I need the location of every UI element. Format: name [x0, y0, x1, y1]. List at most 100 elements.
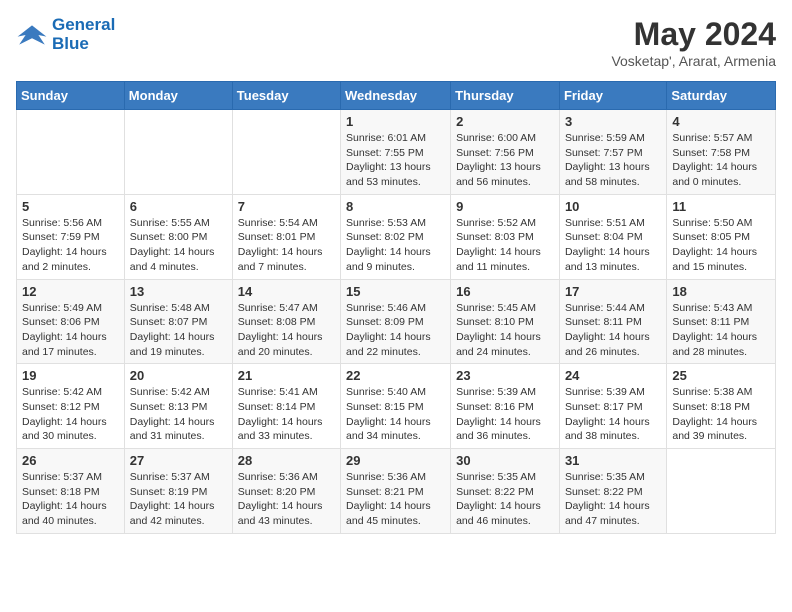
calendar-cell: 4 Sunrise: 5:57 AMSunset: 7:58 PMDaylight…	[667, 110, 776, 195]
day-info: Sunrise: 5:36 AMSunset: 8:20 PMDaylight:…	[238, 470, 335, 529]
day-info: Sunrise: 5:53 AMSunset: 8:02 PMDaylight:…	[346, 216, 445, 275]
title-block: May 2024 Vosketap', Ararat, Armenia	[611, 16, 776, 69]
day-number: 10	[565, 199, 661, 214]
calendar-cell: 2 Sunrise: 6:00 AMSunset: 7:56 PMDaylight…	[451, 110, 560, 195]
calendar-cell: 16Sunrise: 5:45 AMSunset: 8:10 PMDayligh…	[451, 279, 560, 364]
day-info: Sunrise: 5:35 AMSunset: 8:22 PMDaylight:…	[565, 470, 661, 529]
calendar-week-row: 1Sunrise: 6:01 AMSunset: 7:55 PMDaylight…	[17, 110, 776, 195]
day-info: Sunrise: 5:44 AMSunset: 8:11 PMDaylight:…	[565, 301, 661, 360]
calendar-cell	[17, 110, 125, 195]
calendar-cell: 3Sunrise: 5:59 AMSunset: 7:57 PMDaylight…	[559, 110, 666, 195]
day-number: 25	[672, 368, 770, 383]
day-number: 28	[238, 453, 335, 468]
day-number: 19	[22, 368, 119, 383]
day-number: 4	[672, 114, 770, 129]
calendar-cell: 5 Sunrise: 5:56 AMSunset: 7:59 PMDaylight…	[17, 194, 125, 279]
day-number: 7	[238, 199, 335, 214]
day-info: Sunrise: 5:39 AMSunset: 8:17 PMDaylight:…	[565, 385, 661, 444]
calendar-cell: 20 Sunrise: 5:42 AMSunset: 8:13 PMDayligh…	[124, 364, 232, 449]
calendar-cell: 9 Sunrise: 5:52 AMSunset: 8:03 PMDaylight…	[451, 194, 560, 279]
calendar-cell: 8 Sunrise: 5:53 AMSunset: 8:02 PMDaylight…	[341, 194, 451, 279]
day-info: Sunrise: 5:46 AMSunset: 8:09 PMDaylight:…	[346, 301, 445, 360]
calendar-cell: 13 Sunrise: 5:48 AMSunset: 8:07 PMDayligh…	[124, 279, 232, 364]
calendar-cell: 23Sunrise: 5:39 AMSunset: 8:16 PMDayligh…	[451, 364, 560, 449]
calendar-cell: 19Sunrise: 5:42 AMSunset: 8:12 PMDayligh…	[17, 364, 125, 449]
day-info: Sunrise: 5:51 AMSunset: 8:04 PMDaylight:…	[565, 216, 661, 275]
day-number: 31	[565, 453, 661, 468]
day-info: Sunrise: 5:40 AMSunset: 8:15 PMDaylight:…	[346, 385, 445, 444]
calendar-header-row: SundayMondayTuesdayWednesdayThursdayFrid…	[17, 82, 776, 110]
day-number: 27	[130, 453, 227, 468]
day-number: 24	[565, 368, 661, 383]
day-number: 17	[565, 284, 661, 299]
day-info: Sunrise: 5:37 AMSunset: 8:19 PMDaylight:…	[130, 470, 227, 529]
day-info: Sunrise: 5:50 AMSunset: 8:05 PMDaylight:…	[672, 216, 770, 275]
weekday-header-wednesday: Wednesday	[341, 82, 451, 110]
calendar-cell: 6Sunrise: 5:55 AMSunset: 8:00 PMDaylight…	[124, 194, 232, 279]
calendar-week-row: 12 Sunrise: 5:49 AMSunset: 8:06 PMDayligh…	[17, 279, 776, 364]
day-info: Sunrise: 5:38 AMSunset: 8:18 PMDaylight:…	[672, 385, 770, 444]
day-number: 26	[22, 453, 119, 468]
day-number: 29	[346, 453, 445, 468]
page-header: General Blue May 2024 Vosketap', Ararat,…	[16, 16, 776, 69]
day-info: Sunrise: 5:43 AMSunset: 8:11 PMDaylight:…	[672, 301, 770, 360]
calendar-cell	[232, 110, 340, 195]
calendar-cell: 28 Sunrise: 5:36 AMSunset: 8:20 PMDayligh…	[232, 449, 340, 534]
calendar-cell: 22 Sunrise: 5:40 AMSunset: 8:15 PMDayligh…	[341, 364, 451, 449]
day-number: 20	[130, 368, 227, 383]
day-number: 5	[22, 199, 119, 214]
weekday-header-monday: Monday	[124, 82, 232, 110]
day-number: 2	[456, 114, 554, 129]
day-number: 14	[238, 284, 335, 299]
logo-text: General Blue	[52, 16, 115, 53]
weekday-header-tuesday: Tuesday	[232, 82, 340, 110]
day-number: 15	[346, 284, 445, 299]
day-info: Sunrise: 5:47 AMSunset: 8:08 PMDaylight:…	[238, 301, 335, 360]
day-info: Sunrise: 5:56 AMSunset: 7:59 PMDaylight:…	[22, 216, 119, 275]
calendar-cell: 27 Sunrise: 5:37 AMSunset: 8:19 PMDayligh…	[124, 449, 232, 534]
weekday-header-thursday: Thursday	[451, 82, 560, 110]
calendar-cell: 11 Sunrise: 5:50 AMSunset: 8:05 PMDayligh…	[667, 194, 776, 279]
day-number: 22	[346, 368, 445, 383]
day-info: Sunrise: 5:36 AMSunset: 8:21 PMDaylight:…	[346, 470, 445, 529]
day-info: Sunrise: 6:01 AMSunset: 7:55 PMDaylight:…	[346, 131, 445, 190]
calendar-cell: 31 Sunrise: 5:35 AMSunset: 8:22 PMDayligh…	[559, 449, 666, 534]
weekday-header-saturday: Saturday	[667, 82, 776, 110]
day-info: Sunrise: 5:52 AMSunset: 8:03 PMDaylight:…	[456, 216, 554, 275]
calendar-cell: 10 Sunrise: 5:51 AMSunset: 8:04 PMDayligh…	[559, 194, 666, 279]
weekday-header-friday: Friday	[559, 82, 666, 110]
day-number: 8	[346, 199, 445, 214]
month-year-title: May 2024	[611, 16, 776, 53]
day-info: Sunrise: 5:48 AMSunset: 8:07 PMDaylight:…	[130, 301, 227, 360]
day-info: Sunrise: 5:41 AMSunset: 8:14 PMDaylight:…	[238, 385, 335, 444]
calendar-table: SundayMondayTuesdayWednesdayThursdayFrid…	[16, 81, 776, 534]
day-number: 13	[130, 284, 227, 299]
day-info: Sunrise: 5:57 AMSunset: 7:58 PMDaylight:…	[672, 131, 770, 190]
calendar-cell: 15 Sunrise: 5:46 AMSunset: 8:09 PMDayligh…	[341, 279, 451, 364]
calendar-week-row: 26 Sunrise: 5:37 AMSunset: 8:18 PMDayligh…	[17, 449, 776, 534]
day-info: Sunrise: 5:35 AMSunset: 8:22 PMDaylight:…	[456, 470, 554, 529]
day-info: Sunrise: 5:37 AMSunset: 8:18 PMDaylight:…	[22, 470, 119, 529]
day-info: Sunrise: 5:42 AMSunset: 8:13 PMDaylight:…	[130, 385, 227, 444]
calendar-cell: 30Sunrise: 5:35 AMSunset: 8:22 PMDayligh…	[451, 449, 560, 534]
calendar-week-row: 5 Sunrise: 5:56 AMSunset: 7:59 PMDaylight…	[17, 194, 776, 279]
day-number: 9	[456, 199, 554, 214]
day-info: Sunrise: 5:54 AMSunset: 8:01 PMDaylight:…	[238, 216, 335, 275]
day-info: Sunrise: 5:45 AMSunset: 8:10 PMDaylight:…	[456, 301, 554, 360]
day-info: Sunrise: 5:39 AMSunset: 8:16 PMDaylight:…	[456, 385, 554, 444]
day-number: 12	[22, 284, 119, 299]
calendar-week-row: 19Sunrise: 5:42 AMSunset: 8:12 PMDayligh…	[17, 364, 776, 449]
day-number: 11	[672, 199, 770, 214]
calendar-cell	[667, 449, 776, 534]
calendar-cell: 12 Sunrise: 5:49 AMSunset: 8:06 PMDayligh…	[17, 279, 125, 364]
day-info: Sunrise: 6:00 AMSunset: 7:56 PMDaylight:…	[456, 131, 554, 190]
day-info: Sunrise: 5:49 AMSunset: 8:06 PMDaylight:…	[22, 301, 119, 360]
day-number: 18	[672, 284, 770, 299]
calendar-cell: 29 Sunrise: 5:36 AMSunset: 8:21 PMDayligh…	[341, 449, 451, 534]
location-subtitle: Vosketap', Ararat, Armenia	[611, 53, 776, 69]
day-number: 3	[565, 114, 661, 129]
calendar-cell	[124, 110, 232, 195]
day-info: Sunrise: 5:55 AMSunset: 8:00 PMDaylight:…	[130, 216, 227, 275]
calendar-cell: 24 Sunrise: 5:39 AMSunset: 8:17 PMDayligh…	[559, 364, 666, 449]
logo: General Blue	[16, 16, 115, 53]
